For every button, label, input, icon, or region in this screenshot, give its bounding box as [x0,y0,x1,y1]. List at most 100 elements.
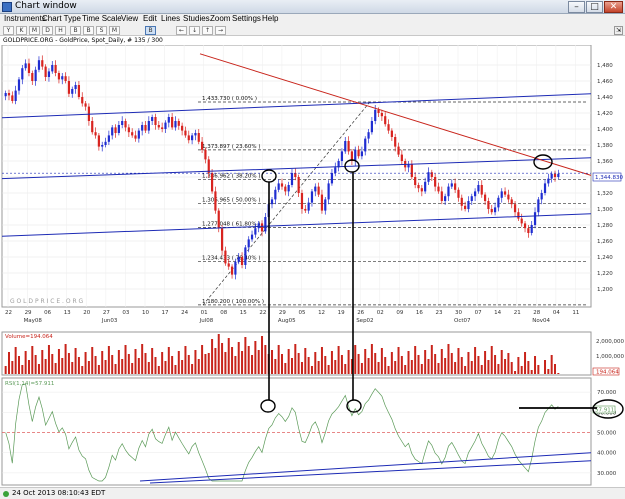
candle-body [367,132,370,139]
volume-bar [261,336,264,374]
volume-bar [370,344,373,374]
volume-bar [514,371,517,374]
scale-day-button[interactable]: D [42,26,53,35]
candle-body [304,209,307,211]
scroll-down-arrow-icon[interactable]: ↓ [189,26,200,35]
chart-type-s-button[interactable]: S [96,26,107,35]
date-tick-label: 11 [572,310,579,316]
candle-body [344,141,347,152]
candle-body [77,85,81,97]
scale-year-button[interactable]: Y [3,26,14,35]
volume-bar [547,369,550,374]
month-label: May08 [24,318,43,324]
volume-bar [274,359,277,374]
volume-bar [227,338,230,374]
candle-body [97,135,100,147]
date-tick-label: 10 [142,310,149,316]
candle-body [14,90,17,101]
volume-bar [81,366,84,374]
scale-month-button[interactable]: M [29,26,40,35]
chart-canvas[interactable]: 1,2001,2201,2401,2601,2801,3001,3201,340… [0,45,625,487]
menu-settings[interactable]: Settings [232,14,261,23]
scale-k-button[interactable]: K [16,26,27,35]
volume-bar [234,356,237,374]
volume-bar [290,358,293,374]
volume-bar [34,355,37,374]
candle-body [284,186,287,192]
price-tick-label: 1,300 [597,207,613,213]
minimize-button[interactable]: – [568,1,585,13]
volume-bar [174,365,177,374]
month-label: Nov04 [532,318,550,324]
chart-type-b2-button[interactable]: B [83,26,94,35]
menu-edit[interactable]: Edit [143,14,157,23]
menu-chart-type[interactable]: Chart Type [42,14,81,23]
volume-bar [157,366,160,374]
candle-body [307,202,310,211]
volume-bar [374,353,377,374]
volume-bar [4,366,7,374]
menu-studies[interactable]: Studies [183,14,210,23]
volume-bar [327,365,330,374]
candle-body [457,189,460,198]
date-tick-label: 09 [396,310,403,316]
volume-bar [340,355,343,374]
volume-bar [231,347,234,374]
volume-bar [397,347,400,374]
toolbar: Y K M D H B B S M B ← ↓ ↑ → [0,25,625,36]
candle-body [520,218,523,224]
price-tick-label: 1,360 [597,159,613,165]
volume-bar [251,355,254,374]
volume-bar [490,346,493,374]
menu-lines[interactable]: Lines [161,14,180,23]
chart-type-m-button[interactable]: M [109,26,120,35]
candle-body [171,117,174,128]
watermark-text: G O L D P R I C E . O R G [10,298,84,305]
date-axis: 22 29 06 13 20 27 03 10 17 24 01 08 15 22 29 05 12 19 26 02… [5,310,579,324]
candle-body [197,133,200,142]
chart-app-icon [2,2,12,12]
candle-body [250,234,254,240]
scroll-left-arrow-icon[interactable]: ← [176,26,187,35]
close-button[interactable]: ✕ [604,1,623,13]
volume-bar [420,364,423,374]
candle-body [141,125,144,131]
scale-hour-button[interactable]: H [55,26,66,35]
candle-body [264,217,267,232]
volume-bar [97,365,100,374]
status-timestamp: 24 Oct 2013 08:10:43 EDT [12,489,106,497]
candle-body [314,186,317,192]
menu-view[interactable]: View [121,14,138,23]
scroll-right-arrow-icon[interactable]: → [215,26,226,35]
volume-bar [31,346,34,374]
candle-body [254,228,257,235]
volume-bar [380,348,383,374]
volume-bar [27,360,30,374]
scroll-up-arrow-icon[interactable]: ↑ [202,26,213,35]
candle-body [237,257,240,262]
maximize-button[interactable]: □ [586,1,603,13]
candle-body [151,117,154,121]
candle-body [107,135,110,142]
menu-help[interactable]: Help [262,14,278,23]
menu-time-scale[interactable]: Time Scale [82,14,122,23]
volume-bar [524,352,527,374]
candle-body [217,210,220,229]
volume-bar [204,354,207,374]
candle-body [507,194,510,200]
candle-body [503,191,507,195]
window-titlebar: Chart window – □ ✕ [0,0,625,14]
chart-type-b-button[interactable]: B [70,26,81,35]
chart-type-bar-button[interactable]: B [145,26,156,35]
volume-bar [41,350,44,374]
candle-body [277,183,280,190]
menu-zoom[interactable]: Zoom [210,14,230,23]
volume-bar [104,360,107,374]
volume-bar [287,349,290,374]
volume-bar [284,363,287,374]
menu-instruments[interactable]: Instruments [4,14,46,23]
candle-body [101,145,104,147]
price-tick-label: 1,420 [597,111,613,117]
dock-pin-icon[interactable]: ⇲ [614,26,623,35]
candle-body [164,122,167,129]
